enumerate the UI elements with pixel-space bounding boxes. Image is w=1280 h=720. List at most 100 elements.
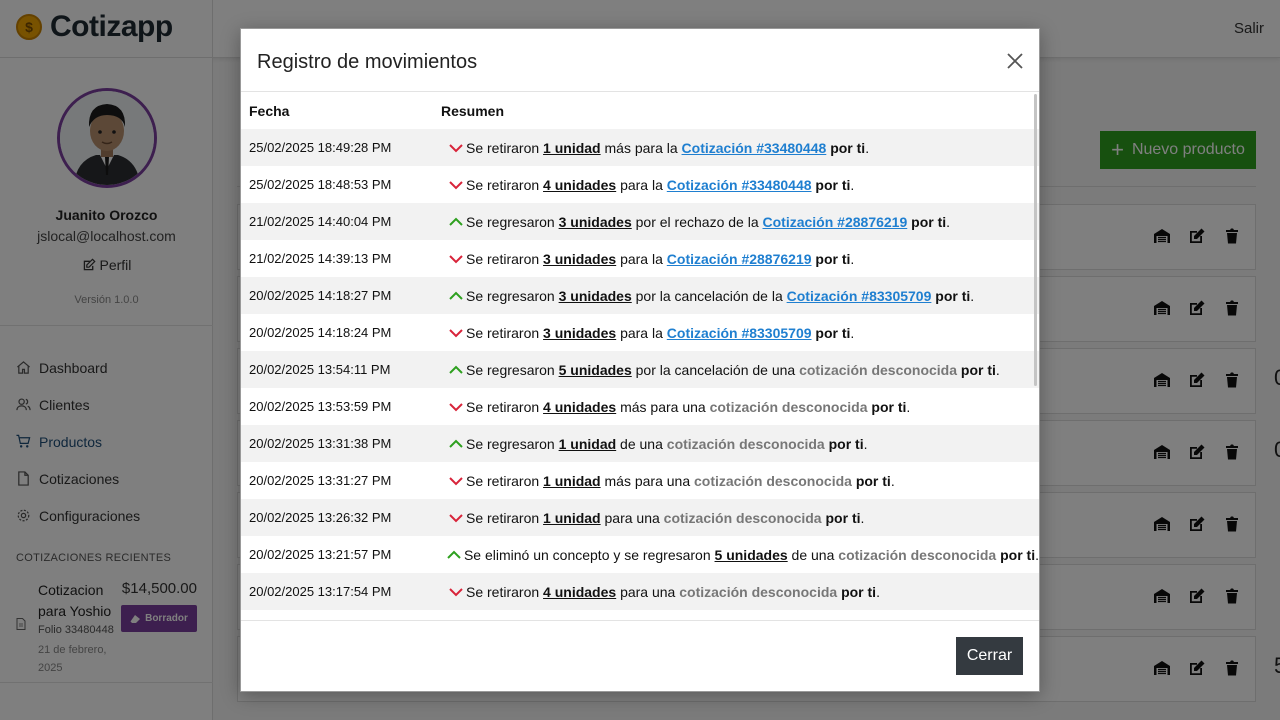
summary-text: para una [600, 509, 664, 526]
actor-text: por ti [841, 583, 877, 600]
arrow-up-icon [449, 217, 463, 226]
movement-summary: Se retiraron 3 unidades para la Cotizaci… [466, 325, 854, 341]
actor-text: por ti [815, 176, 851, 193]
quantity-text: 3 unidades [558, 287, 632, 304]
summary-text: por la cancelación de la [631, 287, 787, 304]
quantity-text: 3 unidades [543, 250, 617, 267]
table-row: 21/02/2025 14:39:13 PM Se retiraron 3 uni… [241, 240, 1039, 277]
table-row: 20/02/2025 13:53:59 PM Se retiraron 4 uni… [241, 388, 1039, 425]
table-row: 20/02/2025 13:21:57 PM Se eliminó un conc… [241, 536, 1039, 573]
summary-text: Se retiraron [466, 398, 544, 415]
summary-text: . [1035, 546, 1039, 563]
quote-link[interactable]: Cotización #28876219 [763, 214, 908, 230]
summary-text: . [850, 324, 855, 341]
quantity-text: 1 unidad [558, 435, 617, 452]
arrow-down-icon [449, 402, 463, 411]
summary-text: . [995, 361, 1000, 378]
summary-text: . [865, 139, 870, 156]
movement-date: 20/02/2025 13:54:11 PM [249, 362, 391, 377]
actor-text: por ti [911, 213, 947, 230]
actor-text: por ti [871, 398, 907, 415]
quantity-text: 5 unidades [558, 361, 632, 378]
quantity-text: 5 unidades [714, 546, 788, 563]
close-icon[interactable] [1005, 51, 1025, 71]
modal-header: Registro de movimientos [241, 29, 1039, 92]
table-row: 20/02/2025 13:54:11 PM Se regresaron 5 un… [241, 351, 1039, 388]
table-header: Fecha Resumen [241, 92, 1039, 129]
movement-date: 20/02/2025 13:17:54 PM [249, 584, 392, 599]
table-row: 20/02/2025 14:18:24 PM Se retiraron 3 uni… [241, 314, 1039, 351]
summary-text: por el rechazo de la [631, 213, 763, 230]
summary-text: . [850, 176, 855, 193]
summary-text: más para la [600, 139, 682, 156]
arrow-up-icon [447, 550, 461, 559]
movement-date: 20/02/2025 14:18:24 PM [249, 325, 392, 340]
summary-text: Se regresaron [466, 435, 559, 452]
summary-text: . [860, 509, 865, 526]
arrow-down-icon [449, 513, 463, 522]
table-row: 20/02/2025 13:31:27 PM Se retiraron 1 uni… [241, 462, 1039, 499]
arrow-up-icon [439, 550, 464, 560]
summary-text: de una [787, 546, 839, 563]
quantity-text: 1 unidad [543, 139, 601, 156]
movement-date: 20/02/2025 13:21:57 PM [249, 547, 392, 562]
summary-text: por la cancelación de una [631, 361, 800, 378]
quantity-text: 4 unidades [543, 583, 617, 600]
quantity-text: 1 unidad [543, 472, 601, 489]
quote-link[interactable]: Cotización #33480448 [667, 177, 812, 193]
quantity-text: 1 unidad [543, 509, 601, 526]
arrow-down-icon [449, 254, 463, 263]
movement-summary: Se regresaron 3 unidades por la cancelac… [466, 288, 974, 304]
unknown-quote-text: cotización desconocida [838, 546, 997, 563]
summary-text: para la [616, 176, 667, 193]
summary-text: Se retiraron [466, 583, 544, 600]
summary-text: Se retiraron [466, 176, 544, 193]
arrow-up-icon [441, 291, 466, 301]
summary-text: . [946, 213, 951, 230]
movements-table[interactable]: Fecha Resumen 25/02/2025 18:49:28 PM Se r… [241, 92, 1039, 620]
scrollbar[interactable] [1034, 94, 1037, 386]
unknown-quote-text: cotización desconocida [663, 509, 822, 526]
movement-date: 21/02/2025 14:39:13 PM [249, 251, 392, 266]
movement-date: 25/02/2025 18:49:28 PM [249, 140, 392, 155]
summary-text: . [890, 472, 895, 489]
arrow-down-icon [441, 587, 466, 597]
quantity-text: 4 unidades [543, 176, 617, 193]
summary-text: Se regresaron [466, 213, 559, 230]
actor-text: por ti [828, 435, 864, 452]
arrow-down-icon [441, 143, 466, 153]
quote-link[interactable]: Cotización #83305709 [787, 288, 932, 304]
arrow-down-icon [449, 180, 463, 189]
table-row: 20/02/2025 13:31:38 PM Se regresaron 1 un… [241, 425, 1039, 462]
modal-footer: Cerrar [241, 620, 1039, 691]
arrow-down-icon [441, 254, 466, 264]
table-body: 25/02/2025 18:49:28 PM Se retiraron 1 uni… [241, 129, 1039, 610]
movement-summary: Se regresaron 1 unidad de una cotización… [466, 436, 868, 452]
arrow-up-icon [449, 439, 463, 448]
actor-text: por ti [815, 250, 851, 267]
column-header-summary: Resumen [441, 102, 505, 119]
movement-summary: Se retiraron 1 unidad para una cotizació… [466, 510, 864, 526]
movement-summary: Se retiraron 4 unidades para la Cotizaci… [466, 177, 854, 193]
modal-title: Registro de movimientos [257, 51, 478, 73]
summary-text: para una [616, 583, 680, 600]
summary-text: Se regresaron [466, 361, 559, 378]
arrow-up-icon [449, 365, 463, 374]
quote-link[interactable]: Cotización #83305709 [667, 325, 812, 341]
summary-text: Se retiraron [466, 324, 544, 341]
quantity-text: 4 unidades [543, 398, 617, 415]
quote-link[interactable]: Cotización #28876219 [667, 251, 812, 267]
close-button[interactable]: Cerrar [956, 637, 1023, 675]
quantity-text: 3 unidades [543, 324, 617, 341]
movement-summary: Se retiraron 4 unidades para una cotizac… [466, 584, 880, 600]
table-row: 21/02/2025 14:40:04 PM Se regresaron 3 un… [241, 203, 1039, 240]
table-row: 25/02/2025 18:48:53 PM Se retiraron 4 uni… [241, 166, 1039, 203]
actor-text: por ti [935, 287, 971, 304]
quote-link[interactable]: Cotización #33480448 [682, 140, 827, 156]
arrow-down-icon [449, 587, 463, 596]
actor-text: por ti [825, 509, 861, 526]
movements-modal: Registro de movimientos Fecha Resumen 25… [240, 28, 1040, 692]
arrow-down-icon [449, 476, 463, 485]
summary-text: . [906, 398, 911, 415]
arrow-down-icon [449, 143, 463, 152]
